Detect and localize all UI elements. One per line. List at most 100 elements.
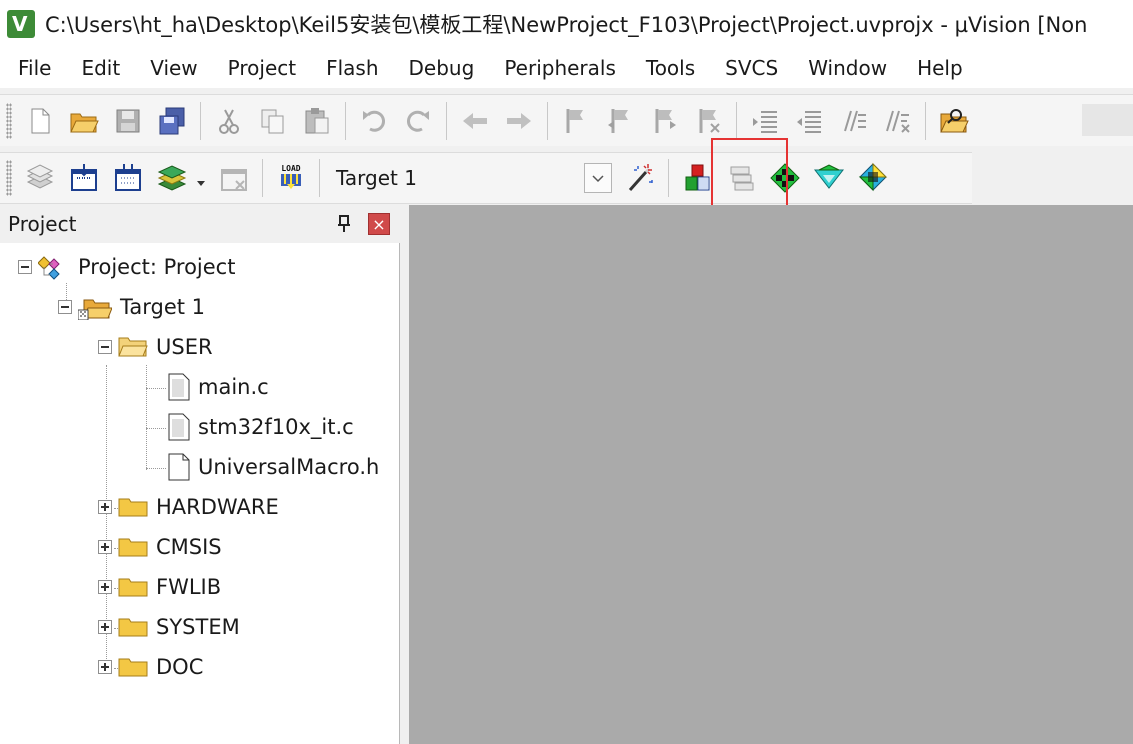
menu-help[interactable]: Help [902, 48, 978, 88]
bookmark-toggle-button[interactable] [554, 99, 598, 143]
collapse-toggle[interactable] [18, 260, 32, 274]
close-panel-button[interactable]: × [368, 213, 390, 235]
menu-flash[interactable]: Flash [311, 48, 393, 88]
target-select-dropdown[interactable] [584, 163, 612, 193]
copy-button[interactable] [251, 99, 295, 143]
file-label: main.c [198, 375, 269, 399]
options-for-target-button[interactable] [618, 156, 662, 200]
header-file-icon [168, 453, 190, 481]
find-in-files-icon [940, 108, 969, 132]
pack-installer-button[interactable] [807, 156, 851, 200]
open-folder-icon [70, 113, 99, 132]
folder-icon [118, 618, 148, 637]
folder-icon [118, 658, 148, 677]
uncomment-selection-button[interactable] [875, 99, 919, 143]
batch-build-dropdown-icon[interactable] [196, 173, 206, 186]
collapse-toggle[interactable] [98, 340, 112, 354]
new-file-button[interactable] [18, 99, 62, 143]
expand-toggle[interactable] [98, 580, 112, 594]
tree-connector [146, 468, 166, 469]
redo-button[interactable] [396, 99, 440, 143]
open-folder-icon [118, 337, 148, 357]
bookmark-clear-button[interactable] [686, 99, 730, 143]
download-button[interactable]: LOAD [269, 156, 313, 200]
toolbar-separator [736, 101, 737, 140]
tree-group-cmsis[interactable]: CMSIS [98, 527, 222, 567]
open-file-button[interactable] [62, 99, 106, 143]
tree-file-stm32f10x-it-c[interactable]: stm32f10x_it.c [168, 407, 354, 447]
undo-button[interactable] [352, 99, 396, 143]
expand-toggle[interactable] [98, 620, 112, 634]
menu-window[interactable]: Window [793, 48, 902, 88]
collapse-toggle[interactable] [58, 300, 72, 314]
group-label: CMSIS [156, 535, 222, 559]
batch-build-icon [157, 165, 187, 191]
group-label: SYSTEM [156, 615, 240, 639]
comment-selection-button[interactable] [831, 99, 875, 143]
tree-group-fwlib[interactable]: FWLIB [98, 567, 221, 607]
tree-group-doc[interactable]: DOC [98, 647, 203, 687]
menu-svcs[interactable]: SVCS [710, 48, 793, 88]
pin-icon[interactable] [334, 212, 354, 236]
expand-toggle[interactable] [98, 660, 112, 674]
target-select-value[interactable]: Target 1 [326, 166, 584, 190]
menu-view[interactable]: View [135, 48, 212, 88]
chevron-down-icon [592, 175, 604, 183]
tree-group-user[interactable]: USER [98, 327, 213, 367]
expand-toggle[interactable] [98, 540, 112, 554]
find-combo-box[interactable] [1082, 104, 1133, 136]
stop-build-button[interactable] [212, 156, 256, 200]
toolbar-separator [345, 101, 346, 140]
tree-node-target[interactable]: Target 1 [58, 287, 205, 327]
save-button[interactable] [106, 99, 150, 143]
target-label: Target 1 [120, 295, 206, 319]
menu-tools[interactable]: Tools [631, 48, 710, 88]
expand-toggle[interactable] [98, 500, 112, 514]
menu-edit[interactable]: Edit [66, 48, 135, 88]
redo-icon [406, 110, 429, 132]
bookmark-next-button[interactable] [642, 99, 686, 143]
unindent-button[interactable] [787, 99, 831, 143]
menu-project[interactable]: Project [213, 48, 311, 88]
group-label: USER [156, 335, 213, 359]
navigate-back-button[interactable] [453, 99, 497, 143]
software-packs-button[interactable] [851, 156, 895, 200]
tree-node-project-root[interactable]: Project: Project [18, 247, 235, 287]
menu-peripherals[interactable]: Peripherals [489, 48, 631, 88]
tree-connector [146, 428, 166, 429]
navigate-forward-button[interactable] [497, 99, 541, 143]
tree-file-universalmacro-h[interactable]: UniversalMacro.h [168, 447, 379, 487]
scissors-icon [219, 109, 239, 134]
software-packs-icon [858, 162, 888, 192]
bookmark-previous-button[interactable] [598, 99, 642, 143]
indent-icon [753, 110, 777, 133]
c-source-file-icon [168, 373, 190, 401]
menu-file[interactable]: File [0, 48, 66, 88]
toolbar-separator [547, 101, 548, 140]
paste-button[interactable] [295, 99, 339, 143]
save-icon [116, 109, 140, 132]
toolbar-separator [925, 101, 926, 140]
tree-group-system[interactable]: SYSTEM [98, 607, 240, 647]
project-tree: Project: Project Target 1 USER main.c st… [0, 243, 399, 744]
build-icon [71, 164, 97, 191]
rebuild-button[interactable] [106, 156, 150, 200]
pack-installer-icon [813, 164, 845, 189]
batch-build-button[interactable] [150, 156, 194, 200]
toolbar-grip[interactable] [6, 102, 12, 139]
tree-connector [146, 388, 166, 389]
menu-bar: File Edit View Project Flash Debug Perip… [0, 48, 1133, 88]
save-all-button[interactable] [150, 99, 194, 143]
translate-button[interactable] [18, 156, 62, 200]
project-panel-title: Project [8, 212, 77, 236]
menu-debug[interactable]: Debug [394, 48, 490, 88]
tree-group-hardware[interactable]: HARDWARE [98, 487, 279, 527]
translate-icon [26, 164, 54, 189]
find-in-files-button[interactable] [932, 99, 976, 143]
tree-file-main-c[interactable]: main.c [168, 367, 269, 407]
toolbar-grip[interactable] [6, 160, 12, 196]
build-button[interactable] [62, 156, 106, 200]
cut-button[interactable] [207, 99, 251, 143]
indent-button[interactable] [743, 99, 787, 143]
project-panel-header: Project × [0, 205, 400, 243]
